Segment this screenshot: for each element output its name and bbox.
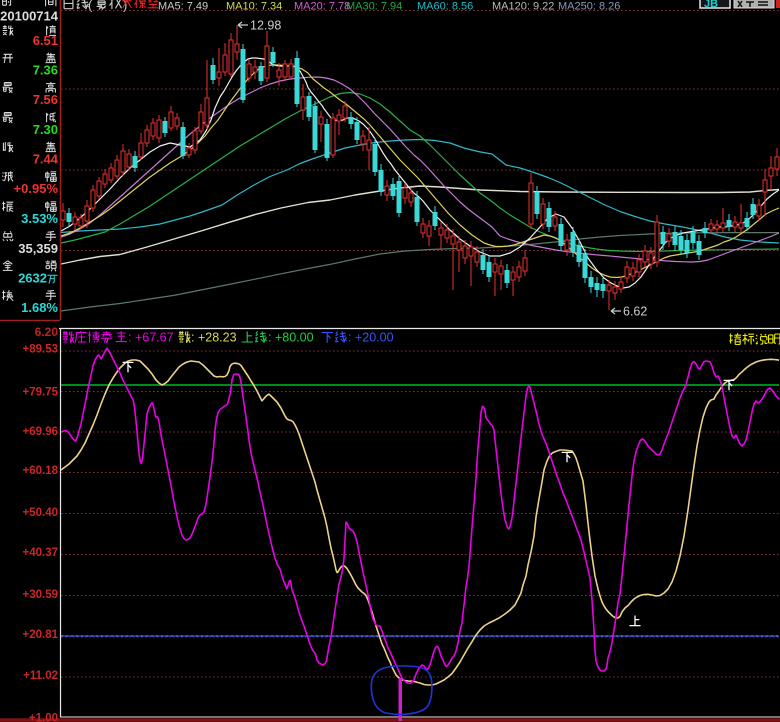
svg-text:12.98: 12.98 xyxy=(250,19,281,33)
svg-text:7.36: 7.36 xyxy=(33,63,58,78)
svg-text:+1.00: +1.00 xyxy=(29,713,58,722)
svg-text:7.30: 7.30 xyxy=(33,122,58,137)
svg-text:7.44: 7.44 xyxy=(33,152,59,167)
svg-text:JB: JB xyxy=(704,0,718,10)
svg-text:35,359: 35,359 xyxy=(18,241,58,256)
svg-text:20100714: 20100714 xyxy=(0,9,59,24)
svg-text:+0.95%: +0.95% xyxy=(14,181,59,196)
svg-text:+60.18: +60.18 xyxy=(23,465,59,477)
svg-text:: +67.67: : +67.67 xyxy=(128,331,174,345)
svg-text:1.68%: 1.68% xyxy=(21,300,58,315)
svg-text:+69.96: +69.96 xyxy=(23,426,59,438)
svg-text:+20.81: +20.81 xyxy=(23,629,59,641)
svg-text:7.56: 7.56 xyxy=(33,92,58,107)
svg-text:+30.59: +30.59 xyxy=(23,589,59,601)
svg-text:: +80.00: : +80.00 xyxy=(268,331,314,345)
svg-text:+50.40: +50.40 xyxy=(23,507,59,519)
svg-text:+79.75: +79.75 xyxy=(23,387,59,399)
svg-text:6.51: 6.51 xyxy=(33,33,58,48)
svg-text:: +28.23: : +28.23 xyxy=(191,331,237,345)
svg-text:: +20.00: : +20.00 xyxy=(348,331,394,345)
svg-text:6.20: 6.20 xyxy=(35,325,59,339)
svg-text:+40.37: +40.37 xyxy=(23,547,59,559)
svg-text:+89.53: +89.53 xyxy=(23,344,59,356)
svg-text:2632: 2632 xyxy=(18,271,47,286)
svg-text:3.53%: 3.53% xyxy=(21,211,58,226)
svg-text:6.62: 6.62 xyxy=(623,305,647,319)
svg-text:+11.02: +11.02 xyxy=(23,670,58,682)
